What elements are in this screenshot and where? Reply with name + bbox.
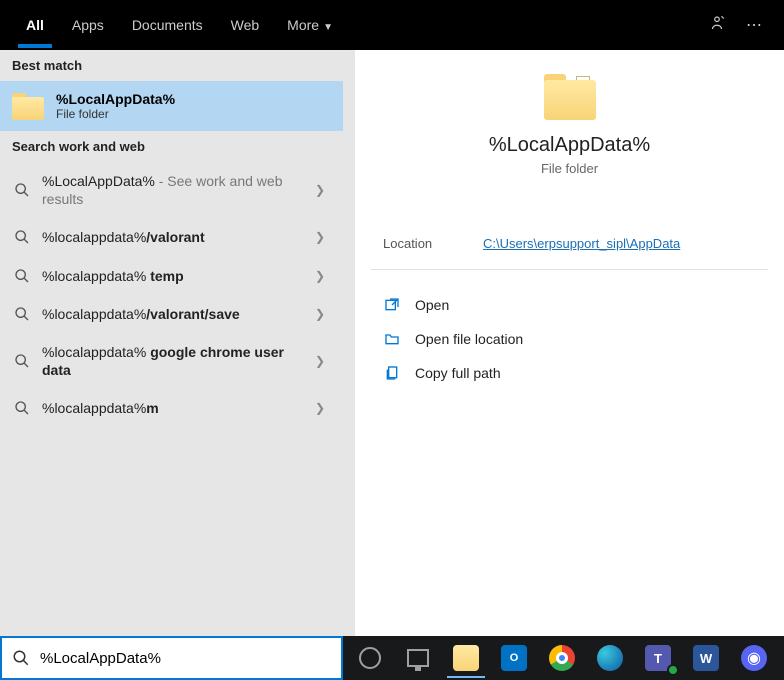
action-open-location[interactable]: Open file location (371, 322, 768, 356)
edge-icon (597, 645, 623, 671)
taskbar-teams[interactable]: T (635, 638, 681, 678)
best-match-header: Best match (0, 50, 343, 81)
folder-icon (544, 74, 596, 120)
status-badge-icon (667, 664, 679, 676)
word-icon: W (693, 645, 719, 671)
chevron-right-icon[interactable]: ❯ (311, 307, 329, 321)
chevron-right-icon[interactable]: ❯ (311, 401, 329, 415)
taskbar-word[interactable]: W (683, 638, 729, 678)
location-label: Location (383, 236, 483, 251)
suggestion-item[interactable]: %localappdata%/valorant ❯ (0, 218, 343, 256)
search-icon (14, 268, 30, 284)
search-box[interactable] (0, 636, 343, 680)
tab-apps[interactable]: Apps (58, 3, 118, 47)
suggestion-item[interactable]: %localappdata%/valorant/save ❯ (0, 295, 343, 333)
copy-icon (383, 364, 401, 382)
tab-documents[interactable]: Documents (118, 3, 217, 47)
folder-icon (12, 93, 44, 120)
search-icon (12, 649, 30, 667)
search-icon (14, 306, 30, 322)
chevron-right-icon[interactable]: ❯ (311, 269, 329, 283)
suggestion-item[interactable]: %localappdata% google chrome user data ❯ (0, 333, 343, 389)
best-match-subtitle: File folder (56, 107, 175, 121)
search-icon (14, 353, 30, 369)
taskbar-outlook[interactable]: O (491, 638, 537, 678)
suggestion-item[interactable]: %localappdata%m ❯ (0, 389, 343, 427)
tab-all[interactable]: All (12, 3, 58, 47)
action-open[interactable]: Open (371, 288, 768, 322)
open-icon (383, 296, 401, 314)
chevron-down-icon: ▼ (323, 22, 333, 33)
preview-panel: %LocalAppData% File folder Location C:\U… (343, 50, 784, 636)
task-view-icon (407, 649, 429, 667)
search-icon (14, 182, 30, 198)
chevron-right-icon[interactable]: ❯ (311, 183, 329, 197)
more-options-icon[interactable]: ⋯ (736, 7, 772, 43)
cortana-button[interactable] (347, 638, 393, 678)
taskbar: O T W ◉ (343, 636, 784, 680)
discord-icon: ◉ (741, 645, 767, 671)
suggestion-item[interactable]: %localappdata% temp ❯ (0, 257, 343, 295)
file-explorer-icon (453, 645, 479, 671)
search-icon (14, 229, 30, 245)
folder-location-icon (383, 330, 401, 348)
taskbar-explorer[interactable] (443, 638, 489, 678)
taskbar-edge[interactable] (587, 638, 633, 678)
chevron-right-icon[interactable]: ❯ (311, 230, 329, 244)
location-link[interactable]: C:\Users\erpsupport_sipl\AppData (483, 236, 680, 251)
chevron-right-icon[interactable]: ❯ (311, 354, 329, 368)
action-copy-path[interactable]: Copy full path (371, 356, 768, 390)
search-icon (14, 400, 30, 416)
best-match-title: %LocalAppData% (56, 91, 175, 107)
taskbar-chrome[interactable] (539, 638, 585, 678)
search-scope-tabs: All Apps Documents Web More▼ ⋯ (0, 0, 784, 50)
suggestion-item[interactable]: %LocalAppData% - See work and web result… (0, 162, 343, 218)
preview-title: %LocalAppData% (371, 134, 768, 157)
search-input[interactable] (40, 650, 331, 667)
preview-subtitle: File folder (371, 161, 768, 176)
feedback-icon[interactable] (698, 6, 736, 45)
tab-web[interactable]: Web (217, 3, 274, 47)
task-view-button[interactable] (395, 638, 441, 678)
tab-more[interactable]: More▼ (273, 3, 347, 47)
chrome-icon (549, 645, 575, 671)
outlook-icon: O (501, 645, 527, 671)
best-match-result[interactable]: %LocalAppData% File folder (0, 81, 343, 131)
taskbar-discord[interactable]: ◉ (731, 638, 777, 678)
search-web-header: Search work and web (0, 131, 343, 162)
cortana-icon (359, 647, 381, 669)
results-panel: Best match %LocalAppData% File folder Se… (0, 50, 343, 636)
